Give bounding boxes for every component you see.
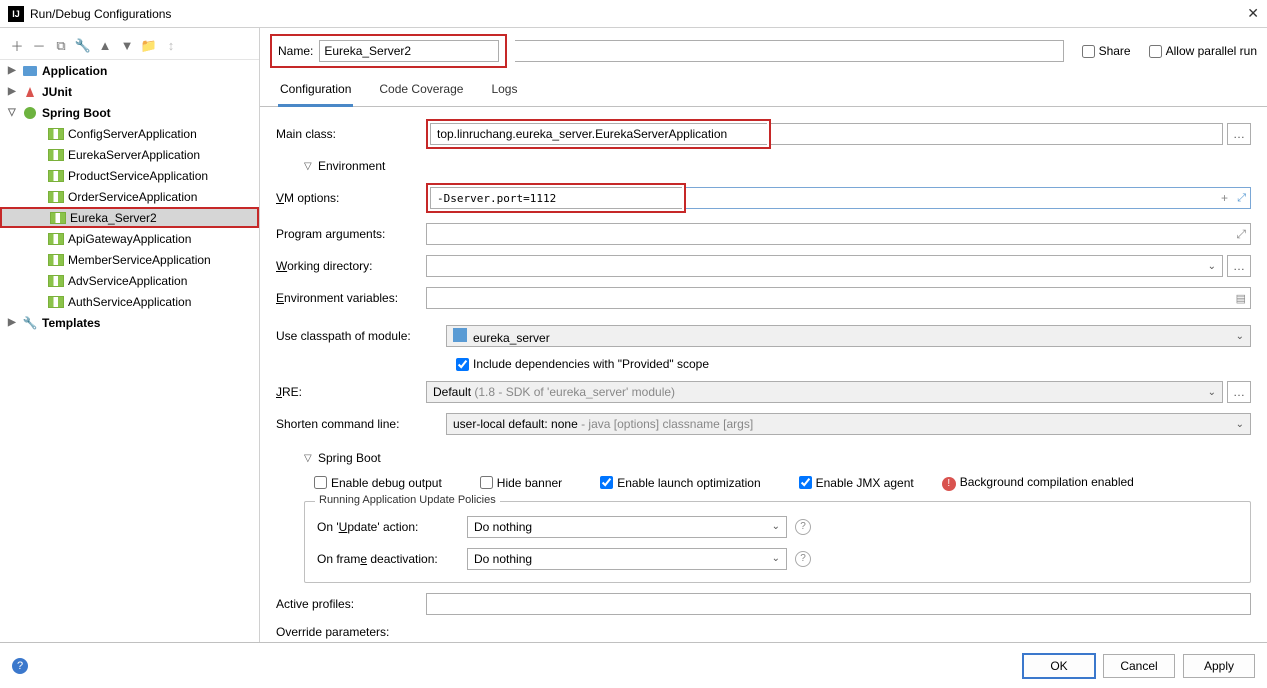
jre-label: JRE: [276,385,426,399]
chevron-down-icon: ⌄ [772,521,780,532]
warning-icon: ! [942,477,956,491]
classpath-label: Use classpath of module: [276,329,446,343]
browse-workdir-button[interactable]: … [1227,255,1251,277]
environment-section[interactable]: ▽ Environment [304,159,1251,173]
chevron-down-icon: ⌄ [1236,331,1244,342]
active-profiles-label: Active profiles: [276,597,426,611]
share-checkbox[interactable]: Share [1082,44,1131,58]
tree-config[interactable]: OrderServiceApplication [0,186,259,207]
tree-config[interactable]: AdvServiceApplication [0,270,259,291]
help-button[interactable]: ? [12,658,28,674]
main-class-label: Main class: [276,127,426,141]
browse-main-class-button[interactable]: … [1227,123,1251,145]
vm-options-input-ext[interactable]: + ⤢ [686,187,1251,209]
env-vars-label: Environment variables: [276,291,426,305]
shorten-select[interactable]: user-local default: none - java [options… [446,413,1251,435]
tree-config[interactable]: MemberServiceApplication [0,249,259,270]
override-params-label: Override parameters: [276,625,426,639]
on-update-select[interactable]: Do nothing⌄ [467,516,787,538]
window-title: Run/Debug Configurations [30,7,1247,21]
tree-config[interactable]: ConfigServerApplication [0,123,259,144]
down-icon[interactable]: ▼ [118,37,136,55]
allow-parallel-checkbox[interactable]: Allow parallel run [1149,44,1257,58]
on-update-label: On 'Update' action: [317,520,467,534]
bg-compile-status: !Background compilation enabled [942,475,1134,491]
tree-config-selected[interactable]: Eureka_Server2 [0,207,259,228]
collapse-icon[interactable]: ↕ [162,37,180,55]
update-policies-legend: Running Application Update Policies [315,494,500,506]
copy-icon[interactable]: ⧉ [52,37,70,55]
help-icon[interactable]: ? [795,519,811,535]
working-dir-input[interactable]: ⌄ [426,255,1223,277]
tree-config[interactable]: AuthServiceApplication [0,291,259,312]
chevron-down-icon: ▽ [304,453,318,464]
on-frame-label: On frame deactivation: [317,552,467,566]
on-frame-select[interactable]: Do nothing⌄ [467,548,787,570]
tree-application[interactable]: ▶ Application [0,60,259,81]
tree-junit[interactable]: ▶ JUnit [0,81,259,102]
main-class-input[interactable]: top.linruchang.eureka_server.EurekaServe… [430,123,767,145]
enable-debug-checkbox[interactable]: Enable debug output [314,476,442,490]
chevron-down-icon: ⌄ [1208,387,1216,398]
module-icon [453,328,467,342]
add-icon[interactable]: ＋ [8,37,26,55]
classpath-select[interactable]: eureka_server ⌄ [446,325,1251,347]
folder-icon[interactable]: 📁 [140,37,158,55]
active-profiles-input[interactable] [426,593,1251,615]
program-args-input[interactable]: ⤢ [426,223,1251,245]
cancel-button[interactable]: Cancel [1103,654,1175,678]
spring-boot-section[interactable]: ▽ Spring Boot [304,451,1251,465]
tab-logs[interactable]: Logs [489,76,519,106]
enable-jmx-checkbox[interactable]: Enable JMX agent [799,476,914,490]
vm-options-label: VM options: [276,191,426,205]
help-icon[interactable]: ? [795,551,811,567]
tab-code-coverage[interactable]: Code Coverage [377,76,465,106]
apply-button[interactable]: Apply [1183,654,1255,678]
jre-select[interactable]: Default (1.8 - SDK of 'eureka_server' mo… [426,381,1223,403]
program-args-label: Program arguments: [276,227,426,241]
enable-launch-opt-checkbox[interactable]: Enable launch optimization [600,476,760,490]
expand-icon[interactable]: ⤢ [1236,227,1246,242]
vm-options-input[interactable]: -Dserver.port=1112 [430,187,682,209]
tree-templates[interactable]: ▶ 🔧 Templates [0,312,259,333]
tree-spring-boot[interactable]: ▽ Spring Boot [0,102,259,123]
tree-config[interactable]: ProductServiceApplication [0,165,259,186]
tree-config[interactable]: ApiGatewayApplication [0,228,259,249]
env-vars-input[interactable]: ▤ [426,287,1251,309]
name-input[interactable] [319,40,499,62]
main-class-input-ext[interactable] [771,123,1223,145]
working-dir-label: Working directory: [276,259,426,273]
browse-jre-button[interactable]: … [1227,381,1251,403]
hide-banner-checkbox[interactable]: Hide banner [480,476,562,490]
plus-icon[interactable]: + [1221,191,1228,205]
name-input-extension[interactable] [515,40,1063,62]
app-icon: IJ [8,6,24,22]
tree-config[interactable]: EurekaServerApplication [0,144,259,165]
chevron-down-icon: ▽ [8,107,22,118]
list-icon[interactable]: ▤ [1236,292,1246,305]
sidebar: ＋ － ⧉ 🔧 ▲ ▼ 📁 ↕ ▶ Application ▶ JUnit ▽ … [0,28,260,642]
chevron-right-icon: ▶ [8,65,22,76]
wrench-icon: 🔧 [22,316,38,330]
chevron-down-icon: ▽ [304,161,318,172]
chevron-down-icon: ⌄ [1236,419,1244,430]
remove-icon[interactable]: － [30,37,48,55]
chevron-down-icon: ⌄ [1208,261,1216,272]
chevron-right-icon: ▶ [8,317,22,328]
name-label: Name: [278,44,313,58]
wrench-icon[interactable]: 🔧 [74,37,92,55]
include-provided-checkbox[interactable]: Include dependencies with "Provided" sco… [456,357,709,371]
ok-button[interactable]: OK [1023,654,1095,678]
tab-configuration[interactable]: Configuration [278,76,353,107]
chevron-down-icon: ⌄ [772,553,780,564]
close-icon[interactable]: ✕ [1247,5,1259,22]
chevron-right-icon: ▶ [8,86,22,97]
expand-icon[interactable]: ⤢ [1237,192,1246,205]
up-icon[interactable]: ▲ [96,37,114,55]
shorten-label: Shorten command line: [276,417,446,431]
